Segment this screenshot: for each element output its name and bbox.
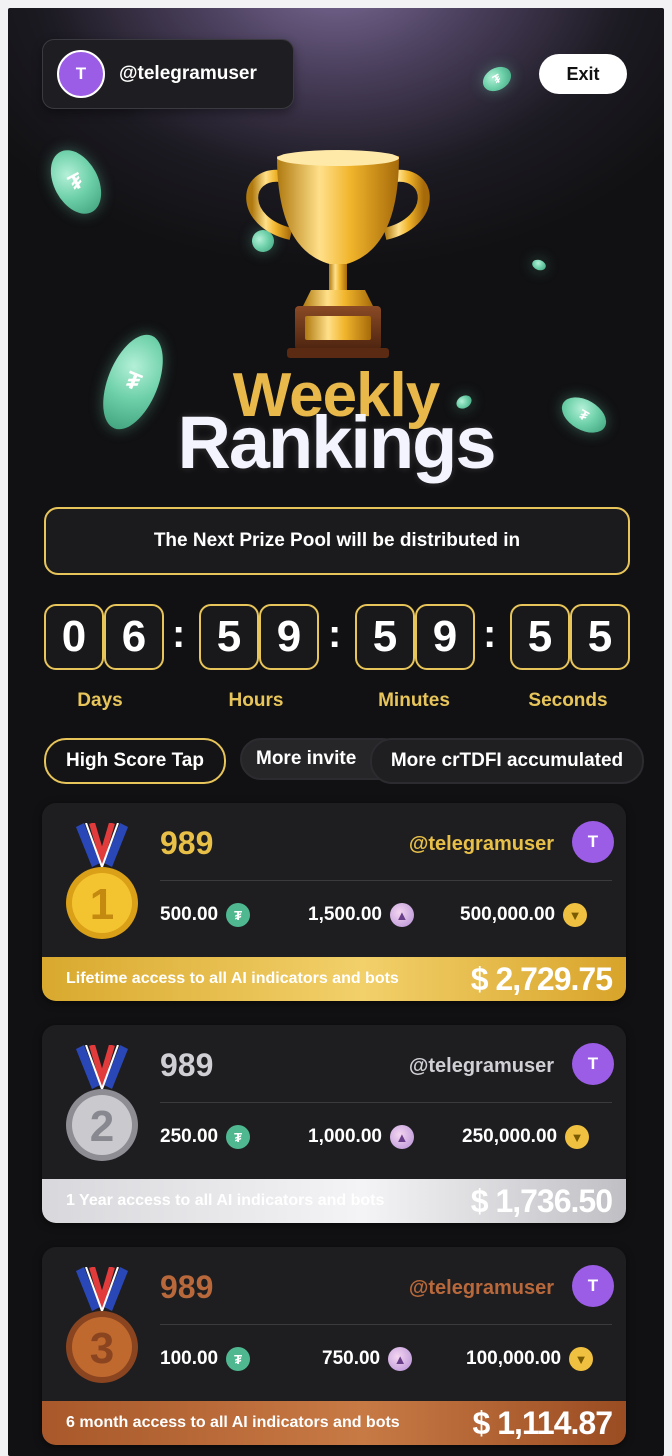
trophy-icon [246, 150, 430, 358]
avatar: T [572, 821, 614, 863]
usdt-reward: 250.00 ₮ [160, 1125, 251, 1149]
countdown-digit: 5 [570, 604, 630, 670]
crystal-amount: 750.00 [322, 1348, 381, 1369]
countdown-digit: 5 [199, 604, 259, 670]
player-handle: @telegramuser [408, 1055, 554, 1077]
crystal-amount: 1,000.00 [308, 1126, 382, 1147]
reward-description: 1 Year access to all AI indicators and b… [66, 1192, 385, 1209]
reward-description: 6 month access to all AI indicators and … [66, 1414, 400, 1431]
ranking-card-2[interactable]: 2 989 @telegramuser T 250.00 ₮ 1,000.00 … [42, 1025, 626, 1223]
token-reward: 100,000.00 ▼ [466, 1347, 594, 1371]
countdown-digit: 9 [415, 604, 475, 670]
player-handle: @telegramuser [408, 833, 554, 855]
usdt-reward: 100.00 ₮ [160, 1347, 251, 1371]
player-score: 989 [160, 825, 214, 861]
coin-icon: ₮ [478, 61, 516, 97]
usdt-amount: 500.00 [160, 904, 219, 925]
usdt-reward: 500.00 ₮ [160, 903, 251, 927]
reward-amount: $ 1,736.50 [470, 1182, 613, 1219]
silver-medal-icon: 2 [66, 1045, 138, 1161]
countdown-separator: : [172, 612, 186, 656]
crystal-icon: ▲ [388, 1347, 413, 1371]
reward-banner: 6 month access to all AI indicators and … [42, 1401, 626, 1445]
countdown-label-days: Days [77, 690, 123, 711]
crystal-reward: 1,000.00 ▲ [308, 1125, 414, 1149]
token-amount: 100,000.00 [466, 1348, 562, 1369]
player-score: 989 [160, 1047, 214, 1083]
title-rankings: Rankings [177, 401, 496, 484]
player-score: 989 [160, 1269, 214, 1305]
divider [160, 1102, 612, 1103]
svg-text:2: 2 [90, 1102, 114, 1151]
gold-medal-icon: 1 [66, 823, 138, 939]
exit-button[interactable]: Exit [539, 54, 627, 94]
divider [160, 1324, 612, 1325]
ranking-card-1[interactable]: 1 989 @telegramuser T 500.00 ₮ 1,500.00 … [42, 803, 626, 1001]
token-reward: 500,000.00 ▼ [460, 903, 588, 927]
tether-icon: ₮ [226, 903, 251, 927]
token-amount: 500,000.00 [460, 904, 556, 925]
reward-amount: $ 2,729.75 [470, 960, 613, 997]
svg-text:1: 1 [90, 880, 114, 929]
avatar: T [57, 50, 105, 98]
tether-icon: ₮ [226, 1125, 251, 1149]
reward-banner: 1 Year access to all AI indicators and b… [42, 1179, 626, 1223]
coin-icon: ₮ [40, 141, 112, 223]
divider [160, 880, 612, 881]
countdown-digit: 9 [259, 604, 319, 670]
coin-icon [530, 257, 548, 273]
crystal-icon: ▲ [389, 903, 414, 927]
countdown-digit: 5 [355, 604, 415, 670]
token-icon: ▼ [565, 1125, 590, 1149]
countdown-label-seconds: Seconds [528, 690, 608, 711]
usdt-amount: 100.00 [160, 1348, 219, 1369]
ranking-card-3[interactable]: 3 989 @telegramuser T 100.00 ₮ 750.00 ▲ … [42, 1247, 626, 1445]
token-reward: 250,000.00 ▼ [462, 1125, 590, 1149]
countdown-separator: : [483, 612, 497, 656]
countdown-label-minutes: Minutes [378, 690, 450, 711]
prize-pool-notice: The Next Prize Pool will be distributed … [44, 507, 630, 575]
countdown-digit: 6 [104, 604, 164, 670]
user-profile-chip[interactable]: T @telegramuser [42, 39, 294, 109]
crystal-icon: ▲ [389, 1125, 414, 1149]
countdown-timer: 0 6 : 5 9 : 5 9 : 5 5 [44, 604, 630, 670]
player-handle: @telegramuser [408, 1277, 554, 1299]
countdown-digit: 0 [44, 604, 104, 670]
bronze-medal-icon: 3 [66, 1267, 138, 1383]
reward-amount: $ 1,114.87 [472, 1404, 613, 1441]
tether-icon: ₮ [226, 1347, 251, 1371]
reward-banner: Lifetime access to all AI indicators and… [42, 957, 626, 1001]
username-label: @telegramuser [119, 63, 257, 84]
crystal-reward: 750.00 ▲ [322, 1347, 413, 1371]
tab-more-crtdfi[interactable]: More crTDFI accumulated [370, 738, 644, 784]
crystal-reward: 1,500.00 ▲ [308, 903, 414, 927]
token-icon: ▼ [563, 903, 588, 927]
ranking-tabs: High Score Tap More invite More crTDFI a… [44, 738, 664, 784]
usdt-amount: 250.00 [160, 1126, 219, 1147]
avatar: T [572, 1043, 614, 1085]
token-amount: 250,000.00 [462, 1126, 558, 1147]
avatar: T [572, 1265, 614, 1307]
app-screen: T @telegramuser Exit ₮ ₮ ₮ ₮ Weekly Rank… [8, 8, 664, 1456]
countdown-label-hours: Hours [228, 690, 284, 711]
countdown-separator: : [328, 612, 342, 656]
countdown-digit: 5 [510, 604, 570, 670]
reward-description: Lifetime access to all AI indicators and… [66, 970, 399, 987]
tab-high-score-tap[interactable]: High Score Tap [44, 738, 226, 784]
svg-text:3: 3 [90, 1324, 114, 1373]
token-icon: ▼ [569, 1347, 594, 1371]
crystal-amount: 1,500.00 [308, 904, 382, 925]
